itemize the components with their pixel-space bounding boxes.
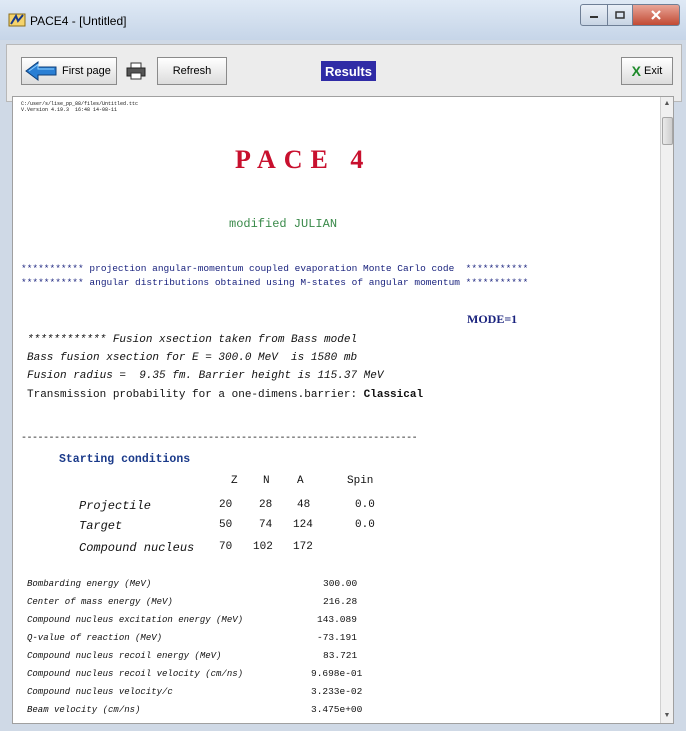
result-label: Compound nucleus excitation energy (MeV) xyxy=(27,615,244,625)
fusion-line-1: ************ Fusion xsection taken from … xyxy=(27,334,358,346)
fusion-line-2: Bass fusion xsection for E = 300.0 MeV i… xyxy=(27,352,358,364)
row-n: 102 xyxy=(253,541,273,553)
result-label: Compound nucleus recoil velocity (cm/ns) xyxy=(27,669,244,679)
vertical-scrollbar[interactable]: ▲ ▼ xyxy=(660,97,673,723)
app-icon xyxy=(8,13,26,27)
result-label: Center of mass energy (MeV) xyxy=(27,597,173,607)
result-label: Q-value of reaction (MeV) xyxy=(27,633,163,643)
result-value: 216.28 xyxy=(323,596,358,607)
maximize-button[interactable] xyxy=(608,4,633,26)
row-label: Target xyxy=(79,519,123,533)
result-label: Beam velocity (cm/ns) xyxy=(27,705,141,715)
row-label: Projectile xyxy=(79,499,152,513)
maximize-icon xyxy=(615,11,625,19)
separator-line: ----------------------------------------… xyxy=(21,433,418,444)
row-n: 74 xyxy=(259,519,273,531)
result-value: -73.191 xyxy=(317,632,357,643)
result-value: 83.721 xyxy=(323,650,358,661)
result-value: 9.698e-01 xyxy=(311,668,363,679)
refresh-button[interactable]: Refresh xyxy=(157,57,227,85)
banner-line-1: *********** projection angular-momentum … xyxy=(21,263,529,274)
mode-label: MODE=1 xyxy=(467,312,518,326)
app-window: PACE4 - [Untitled] First page Refresh Re… xyxy=(0,0,686,731)
row-n: 28 xyxy=(259,499,273,511)
result-value: 300.00 xyxy=(323,578,358,589)
banner-line-2: *********** angular distributions obtain… xyxy=(21,277,529,288)
transmission-prefix: Transmission probability for a one-dimen… xyxy=(27,389,364,401)
print-button[interactable] xyxy=(125,57,147,85)
window-controls xyxy=(580,4,680,26)
toolbar: First page Refresh Results X Exit xyxy=(6,44,682,102)
version-line: V.Version 4.19.3 16:48 14-08-11 xyxy=(21,107,118,113)
result-value: 143.089 xyxy=(317,614,357,625)
exit-label: Exit xyxy=(644,65,663,77)
header-spin: Spin xyxy=(347,475,374,487)
scroll-up-icon[interactable]: ▲ xyxy=(661,97,673,111)
row-spin: 0.0 xyxy=(355,499,375,511)
row-z: 20 xyxy=(219,499,233,511)
starting-conditions-heading: Starting conditions xyxy=(59,453,191,466)
row-a: 172 xyxy=(293,541,313,553)
scrollbar-thumb[interactable] xyxy=(662,117,673,145)
row-label: Compound nucleus xyxy=(79,541,195,555)
transmission-line: Transmission probability for a one-dimen… xyxy=(27,389,423,401)
header-z: Z xyxy=(231,475,238,487)
scroll-down-icon[interactable]: ▼ xyxy=(661,709,673,723)
header-a: A xyxy=(297,475,304,487)
row-z: 50 xyxy=(219,519,233,531)
title-bar[interactable]: PACE4 - [Untitled] xyxy=(0,0,686,40)
close-icon xyxy=(651,10,661,20)
row-a: 124 xyxy=(293,519,313,531)
result-value: 3.233e-02 xyxy=(311,686,363,697)
first-page-button[interactable]: First page xyxy=(21,57,117,85)
document-subtitle: modified JULIAN xyxy=(229,217,338,231)
minimize-icon xyxy=(590,16,598,18)
transmission-value: Classical xyxy=(363,389,424,401)
exit-icon: X xyxy=(631,63,641,79)
result-label: Compound nucleus recoil energy (MeV) xyxy=(27,651,222,661)
row-z: 70 xyxy=(219,541,233,553)
exit-button[interactable]: X Exit xyxy=(621,57,673,85)
minimize-button[interactable] xyxy=(580,4,608,26)
row-a: 48 xyxy=(297,499,311,511)
window-title: PACE4 - [Untitled] xyxy=(30,14,127,28)
results-document[interactable]: C:/user/s/lise_pp_88/files/Untitled.ttc … xyxy=(12,96,674,724)
results-label: Results xyxy=(321,61,376,81)
row-spin: 0.0 xyxy=(355,519,375,531)
fusion-line-3: Fusion radius = 9.35 fm. Barrier height … xyxy=(27,370,384,382)
document-title: PACE 4 xyxy=(235,145,372,174)
first-page-label: First page xyxy=(62,65,111,77)
result-label: Bombarding energy (MeV) xyxy=(27,579,152,589)
back-arrow-icon xyxy=(25,61,57,81)
refresh-label: Refresh xyxy=(172,65,212,77)
printer-icon xyxy=(126,62,146,80)
result-value: 3.475e+00 xyxy=(311,704,363,715)
result-label: Compound nucleus velocity/c xyxy=(27,687,173,697)
close-button[interactable] xyxy=(633,4,680,26)
header-n: N xyxy=(263,475,270,487)
